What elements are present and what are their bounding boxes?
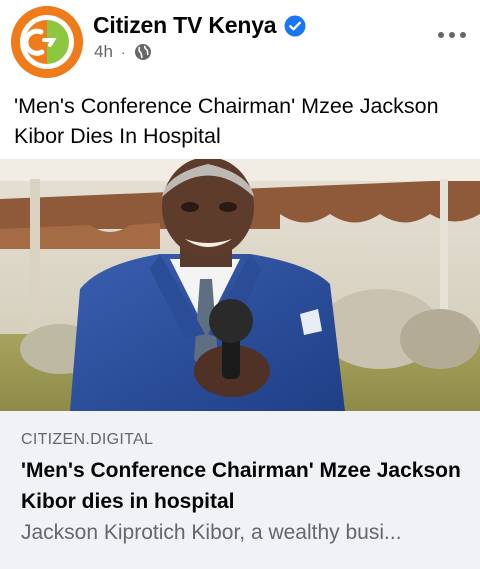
more-dot [449,32,455,38]
more-dot [438,32,444,38]
link-info: CITIZEN.DIGITAL 'Men's Conference Chairm… [0,411,480,569]
link-description: Jackson Kiprotich Kibor, a wealthy busi.… [21,521,402,544]
globe-icon[interactable] [134,43,152,61]
more-dot [460,32,466,38]
link-preview-card[interactable]: CITIZEN.DIGITAL 'Men's Conference Chairm… [0,159,480,569]
post-timestamp[interactable]: 4h [94,42,113,62]
link-preview-image[interactable] [0,159,480,411]
page-avatar[interactable] [11,6,83,78]
post-text: 'Men's Conference Chairman' Mzee Jackson… [14,94,439,148]
citizen-logo-icon [11,6,83,78]
link-title[interactable]: 'Men's Conference Chairman' Mzee Jackson… [21,455,466,517]
page-name[interactable]: Citizen TV Kenya [93,12,277,39]
link-domain: CITIZEN.DIGITAL [21,431,154,448]
post-header: Citizen TV Kenya 4h · [0,0,480,80]
more-options-icon[interactable] [438,30,466,40]
verified-badge-icon [284,15,306,37]
meta-separator: · [120,44,126,60]
page-name-row: Citizen TV Kenya [93,12,306,39]
post-meta: 4h · [94,42,152,62]
